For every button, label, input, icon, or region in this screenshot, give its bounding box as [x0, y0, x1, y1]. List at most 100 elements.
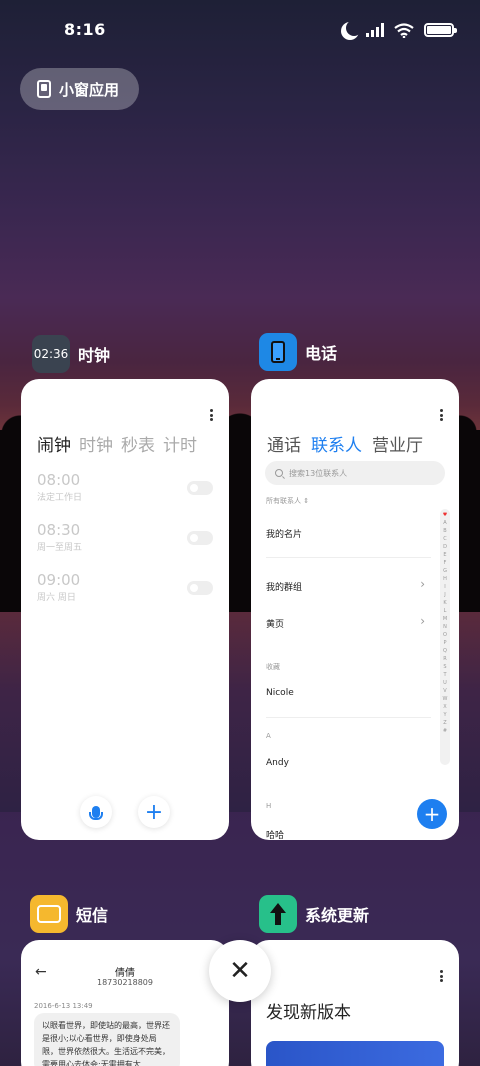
- alphabet-index-letter[interactable]: H: [443, 575, 447, 583]
- clock-app-name: 时钟: [78, 346, 111, 365]
- alphabet-index-letter[interactable]: D: [443, 543, 447, 551]
- alphabet-index-letter[interactable]: Y: [443, 711, 446, 719]
- contact-search-input[interactable]: 搜索13位联系人: [265, 461, 445, 485]
- clock-app-card[interactable]: 闹钟 时钟 秒表 计时 08:00 法定工作日 08:30 周一至周五 09:0…: [21, 379, 229, 840]
- tab-service-hall[interactable]: 营业厅: [372, 431, 423, 456]
- alarm-item[interactable]: 08:30 周一至周五: [37, 521, 213, 561]
- section-header: A: [266, 732, 271, 740]
- alarm-toggle[interactable]: [187, 481, 213, 495]
- do-not-disturb-icon: [346, 20, 362, 36]
- tab-timer[interactable]: 计时: [163, 431, 197, 456]
- tab-alarm[interactable]: 闹钟: [37, 431, 71, 456]
- sms-app-icon: [30, 895, 68, 933]
- update-banner: [266, 1041, 444, 1066]
- signal-icon: [366, 23, 384, 37]
- search-icon: [275, 469, 283, 477]
- phone-tabs: 通话 联系人 营业厅: [267, 431, 423, 456]
- alarm-item[interactable]: 09:00 周六 周日: [37, 571, 213, 611]
- update-headline: 发现新版本: [266, 1003, 351, 1023]
- alphabet-index-letter[interactable]: V: [443, 687, 446, 695]
- section-header: H: [266, 802, 272, 810]
- clear-all-button[interactable]: ✕: [209, 940, 271, 1002]
- my-card-item[interactable]: 我的名片: [266, 527, 302, 540]
- alphabet-index-letter[interactable]: P: [443, 639, 446, 647]
- contacts-filter[interactable]: 所有联系人 ⇕: [266, 496, 309, 506]
- update-app-header[interactable]: 系统更新: [259, 895, 369, 933]
- alphabet-index-letter[interactable]: B: [443, 527, 446, 535]
- alphabet-index-letter[interactable]: ♥: [443, 511, 447, 519]
- alphabet-index-letter[interactable]: M: [443, 615, 447, 623]
- alphabet-index-letter[interactable]: #: [443, 727, 447, 735]
- clock-app-icon: 02:36: [32, 335, 70, 373]
- alphabet-index-letter[interactable]: J: [444, 591, 445, 599]
- alphabet-index-letter[interactable]: A: [443, 519, 446, 527]
- conversation-contact-name: 倩倩: [115, 968, 135, 979]
- update-app-icon: [259, 895, 297, 933]
- more-options-icon[interactable]: [439, 409, 443, 421]
- conversation-contact-number: 18730218809: [97, 978, 153, 987]
- tab-contacts[interactable]: 联系人: [311, 431, 362, 456]
- alphabet-index-letter[interactable]: U: [443, 679, 447, 687]
- update-app-card[interactable]: 发现新版本: [251, 940, 459, 1066]
- more-options-icon[interactable]: [209, 409, 213, 421]
- alphabet-index[interactable]: ♥ A B C D E F G H I J K L M N O P Q R S T U V W X Y Z #: [440, 509, 450, 765]
- sms-app-header[interactable]: 短信: [30, 895, 108, 933]
- search-placeholder: 搜索13位联系人: [289, 468, 348, 478]
- alphabet-index-letter[interactable]: T: [443, 671, 446, 679]
- contact-item[interactable]: 哈哈: [266, 828, 284, 840]
- alphabet-index-letter[interactable]: W: [443, 695, 448, 703]
- update-app-name: 系统更新: [305, 906, 370, 925]
- more-options-icon[interactable]: [439, 970, 443, 982]
- yellow-pages-item[interactable]: 黄页: [266, 617, 284, 630]
- tab-stopwatch[interactable]: 秒表: [121, 431, 155, 456]
- alarm-item[interactable]: 08:00 法定工作日: [37, 471, 213, 511]
- mini-window-button[interactable]: 小窗应用: [20, 68, 139, 110]
- tab-calls[interactable]: 通话: [267, 431, 301, 456]
- alphabet-index-letter[interactable]: S: [443, 663, 446, 671]
- alphabet-index-letter[interactable]: E: [443, 551, 446, 559]
- mini-window-icon: [37, 80, 51, 98]
- alarm-toggle[interactable]: [187, 531, 213, 545]
- favorites-header: 收藏: [266, 663, 280, 671]
- alphabet-index-letter[interactable]: C: [443, 535, 447, 543]
- phone-app-icon: [259, 333, 297, 371]
- battery-fill: [427, 26, 451, 34]
- phone-app-header[interactable]: 电话: [259, 333, 337, 371]
- alphabet-index-letter[interactable]: R: [443, 655, 446, 663]
- add-alarm-button[interactable]: +: [138, 796, 170, 828]
- alphabet-index-letter[interactable]: Q: [443, 647, 447, 655]
- clock-app-header[interactable]: 02:36 时钟: [32, 335, 110, 373]
- tab-clock[interactable]: 时钟: [79, 431, 113, 456]
- close-icon: ✕: [229, 956, 251, 986]
- alarm-repeat: 周一至周五: [37, 543, 83, 553]
- microphone-icon: [89, 806, 103, 820]
- phone-app-name: 电话: [305, 344, 338, 363]
- alphabet-index-letter[interactable]: N: [443, 623, 447, 631]
- sms-app-card[interactable]: ← 倩倩 18730218809 2016-6-13 13:49 以眼看世界，即…: [21, 940, 229, 1066]
- alphabet-index-letter[interactable]: Z: [443, 719, 446, 727]
- mini-window-label: 小窗应用: [59, 80, 120, 99]
- alphabet-index-letter[interactable]: K: [443, 599, 446, 607]
- alphabet-index-letter[interactable]: L: [444, 607, 447, 615]
- message-date: 2016-6-13 13:49: [34, 1002, 93, 1010]
- alphabet-index-letter[interactable]: X: [443, 703, 446, 711]
- arrow-up-icon: [270, 903, 286, 925]
- my-groups-item[interactable]: 我的群组: [266, 580, 302, 593]
- chevron-right-icon: ›: [420, 577, 425, 591]
- voice-alarm-button[interactable]: [80, 796, 112, 828]
- phone-app-card[interactable]: 通话 联系人 营业厅 搜索13位联系人 所有联系人 ⇕ 我的名片 我的群组 › …: [251, 379, 459, 840]
- chevron-right-icon: ›: [420, 614, 425, 628]
- status-icons: [340, 20, 457, 38]
- message-bubble: 以眼看世界，即使站的最高，世界还是很小;以心看世界，即使身处局限，世界依然很大。…: [34, 1013, 180, 1066]
- alphabet-index-letter[interactable]: O: [443, 631, 447, 639]
- alarm-toggle[interactable]: [187, 581, 213, 595]
- contact-item[interactable]: Andy: [266, 758, 289, 768]
- status-bar: 8:16: [0, 0, 480, 62]
- contact-item[interactable]: Nicole: [266, 688, 294, 698]
- alphabet-index-letter[interactable]: F: [444, 559, 447, 567]
- alphabet-index-letter[interactable]: G: [443, 567, 447, 575]
- add-contact-button[interactable]: +: [417, 799, 447, 829]
- divider: [266, 717, 431, 718]
- alphabet-index-letter[interactable]: I: [444, 583, 445, 591]
- divider: [266, 557, 431, 558]
